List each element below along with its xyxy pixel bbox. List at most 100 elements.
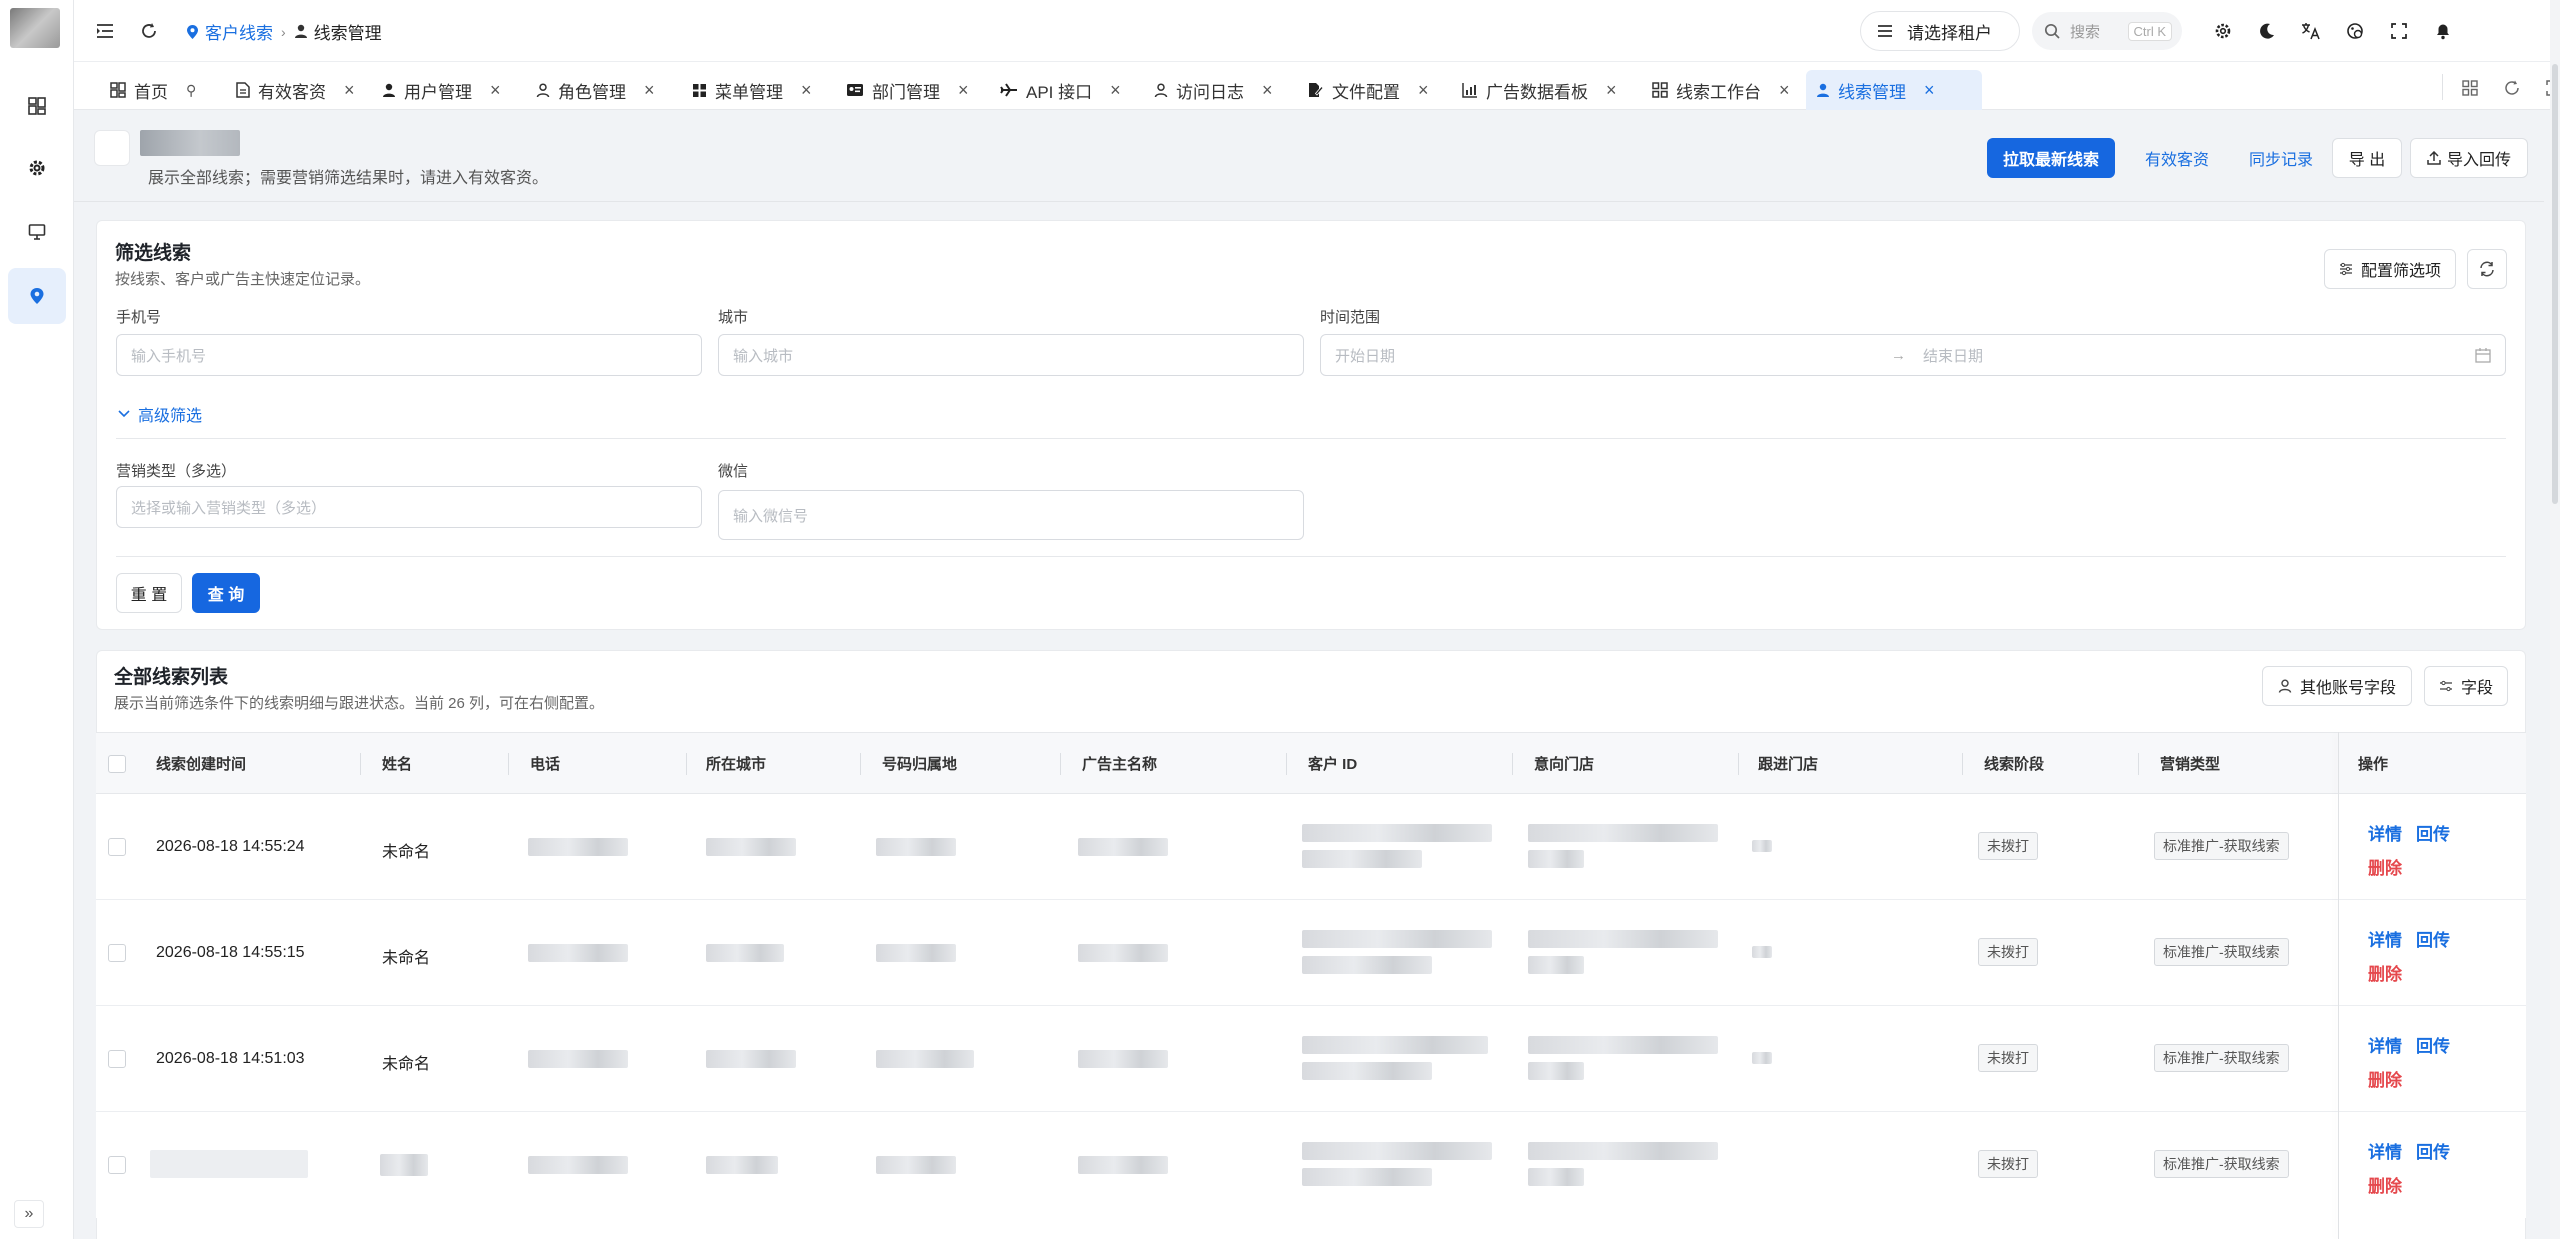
phone-input[interactable]: 输入手机号 xyxy=(116,334,702,376)
close-icon[interactable]: × xyxy=(1418,80,1429,101)
column-header-phone[interactable]: 电话 xyxy=(530,753,560,774)
tab-lead-management[interactable]: 线索管理 × xyxy=(1806,70,1982,110)
settings-gear-icon[interactable] xyxy=(8,140,66,196)
scrollbar-thumb[interactable] xyxy=(2552,64,2558,504)
fullscreen-icon[interactable] xyxy=(2386,18,2412,44)
tab-department-management[interactable]: 部门管理 × xyxy=(836,70,979,110)
export-button[interactable]: 导 出 xyxy=(2332,138,2402,178)
advanced-filter-toggle[interactable]: 高级筛选 xyxy=(118,402,202,426)
tab-file-config[interactable]: 文件配置 × xyxy=(1298,70,1439,110)
other-account-fields-button[interactable]: 其他账号字段 xyxy=(2262,666,2412,706)
fields-button[interactable]: 字段 xyxy=(2424,666,2508,706)
tab-access-log[interactable]: 访问日志 × xyxy=(1144,70,1283,110)
wechat-label: 微信 xyxy=(718,463,749,480)
tab-lead-workbench[interactable]: 线索工作台 × xyxy=(1642,70,1800,110)
select-all-checkbox[interactable] xyxy=(108,755,126,773)
theme-palette-icon[interactable] xyxy=(2342,18,2368,44)
tenant-selector[interactable]: 请选择租户 xyxy=(1860,11,2020,51)
user-icon xyxy=(1817,83,1829,97)
column-header-follow-store[interactable]: 跟进门店 xyxy=(1758,753,1818,774)
stage-tag: 未拨打 xyxy=(1978,1150,2038,1178)
chevron-down-icon xyxy=(118,410,130,418)
column-header-intended-store[interactable]: 意向门店 xyxy=(1534,753,1594,774)
detail-link[interactable]: 详情 xyxy=(2368,926,2402,951)
delete-link[interactable]: 删除 xyxy=(2368,1066,2402,1091)
close-icon[interactable]: × xyxy=(1924,80,1935,101)
close-icon[interactable]: × xyxy=(344,80,355,101)
close-icon[interactable]: × xyxy=(490,80,501,101)
menu-toggle-icon[interactable] xyxy=(92,18,118,44)
callback-link[interactable]: 回传 xyxy=(2416,926,2450,951)
column-header-created-time[interactable]: 线索创建时间 xyxy=(156,753,246,774)
wechat-input[interactable]: 输入微信号 xyxy=(718,490,1304,540)
monitor-icon[interactable] xyxy=(8,204,66,260)
import-callback-button[interactable]: 导入回传 xyxy=(2410,138,2528,178)
detail-link[interactable]: 详情 xyxy=(2368,820,2402,845)
reset-button[interactable]: 重 置 xyxy=(116,573,182,613)
tab-api[interactable]: API 接口 × xyxy=(990,70,1131,110)
cell-advertiser-redacted xyxy=(1078,838,1168,856)
tab-home[interactable]: 首页 ⚲ xyxy=(100,70,206,110)
refresh-icon[interactable] xyxy=(136,18,162,44)
callback-link[interactable]: 回传 xyxy=(2416,1138,2450,1163)
preferences-gear-icon[interactable] xyxy=(2210,18,2236,44)
tab-user-management[interactable]: 用户管理 × xyxy=(372,70,511,110)
refresh-filters-icon[interactable] xyxy=(2467,249,2507,289)
callback-link[interactable]: 回传 xyxy=(2416,820,2450,845)
column-header-number-region[interactable]: 号码归属地 xyxy=(882,753,957,774)
column-header-city[interactable]: 所在城市 xyxy=(706,753,766,774)
tab-ad-dashboard[interactable]: 广告数据看板 × xyxy=(1452,70,1627,110)
detail-link[interactable]: 详情 xyxy=(2368,1032,2402,1057)
callback-link[interactable]: 回传 xyxy=(2416,1032,2450,1057)
breadcrumb-parent[interactable]: 客户线索 xyxy=(186,19,273,44)
row-checkbox[interactable] xyxy=(108,1050,126,1068)
marketing-type-select[interactable]: 选择或输入营销类型（多选） xyxy=(116,486,702,528)
city-input[interactable]: 输入城市 xyxy=(718,334,1304,376)
notification-bell-icon[interactable] xyxy=(2430,18,2456,44)
query-button[interactable]: 查 询 xyxy=(192,573,260,613)
delete-link[interactable]: 删除 xyxy=(2368,960,2402,985)
reload-tab-icon[interactable] xyxy=(2500,76,2524,100)
tab-menu-management[interactable]: 菜单管理 × xyxy=(682,70,822,110)
tab-layout-icon[interactable] xyxy=(2458,76,2482,100)
row-checkbox[interactable] xyxy=(108,838,126,856)
cell-created-time: 2026-08-18 14:55:24 xyxy=(156,838,305,855)
page-scrollbar[interactable] xyxy=(2550,0,2560,1239)
column-header-name[interactable]: 姓名 xyxy=(382,753,412,774)
expand-sidebar-icon[interactable]: » xyxy=(14,1200,44,1228)
delete-link[interactable]: 删除 xyxy=(2368,1172,2402,1197)
dark-mode-moon-icon[interactable] xyxy=(2254,18,2280,44)
detail-link[interactable]: 详情 xyxy=(2368,1138,2402,1163)
config-filters-button[interactable]: 配置筛选项 xyxy=(2324,249,2456,289)
close-icon[interactable]: × xyxy=(1110,80,1121,101)
column-header-customer-id[interactable]: 客户 ID xyxy=(1308,753,1357,774)
tab-valid-leads[interactable]: 有效客资 × xyxy=(226,70,365,110)
tab-role-management[interactable]: 角色管理 × xyxy=(526,70,665,110)
column-header-marketing-type[interactable]: 营销类型 xyxy=(2160,753,2220,774)
dashboard-icon[interactable] xyxy=(8,78,66,134)
close-icon[interactable]: × xyxy=(644,80,655,101)
cell-name: 未命名 xyxy=(382,844,431,861)
close-icon[interactable]: × xyxy=(1262,80,1273,101)
map-pin-icon[interactable] xyxy=(8,268,66,324)
sync-records-button[interactable]: 同步记录 xyxy=(2236,138,2326,178)
date-range-picker[interactable]: 开始日期 → 结束日期 xyxy=(1320,334,2506,376)
close-icon[interactable]: × xyxy=(1779,80,1790,101)
valid-leads-button[interactable]: 有效客资 xyxy=(2132,138,2222,178)
filter-card xyxy=(96,220,2526,630)
translate-icon[interactable] xyxy=(2298,18,2324,44)
tab-divider xyxy=(2442,74,2443,100)
column-header-advertiser[interactable]: 广告主名称 xyxy=(1082,753,1157,774)
row-checkbox[interactable] xyxy=(108,944,126,962)
row-checkbox[interactable] xyxy=(108,1156,126,1174)
pin-icon[interactable]: ⚲ xyxy=(186,82,196,99)
pull-latest-leads-button[interactable]: 拉取最新线索 xyxy=(1987,138,2115,178)
close-icon[interactable]: × xyxy=(801,80,812,101)
close-icon[interactable]: × xyxy=(958,80,969,101)
column-header-lead-stage[interactable]: 线索阶段 xyxy=(1984,753,2044,774)
filter-title: 筛选线索 xyxy=(115,243,192,264)
delete-link[interactable]: 删除 xyxy=(2368,854,2402,879)
close-icon[interactable]: × xyxy=(1606,80,1617,101)
global-search[interactable]: 搜索 Ctrl K xyxy=(2032,12,2182,50)
cell-city-redacted xyxy=(706,1156,778,1174)
